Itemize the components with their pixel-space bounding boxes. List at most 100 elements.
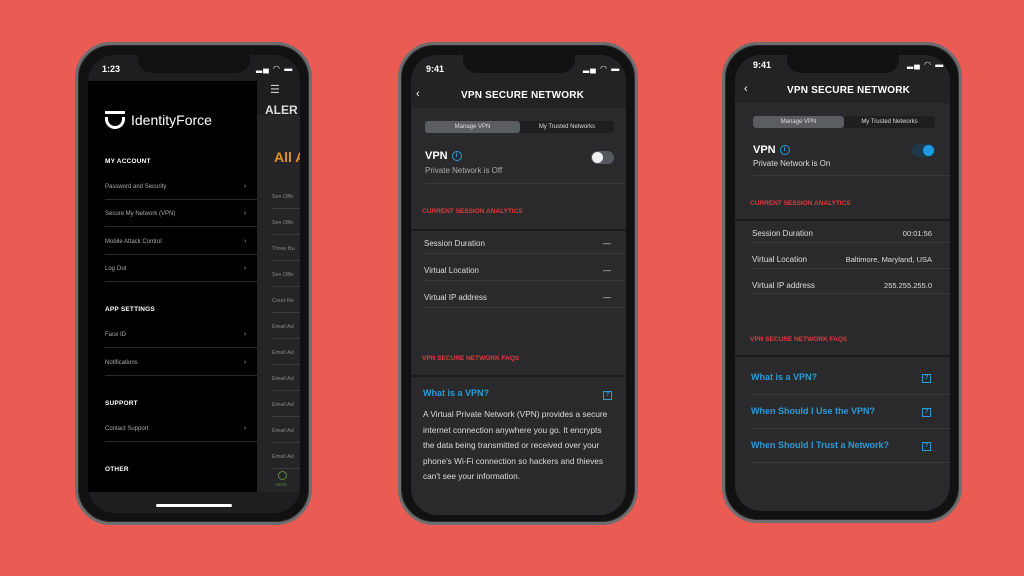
help-icon[interactable]: ? <box>922 442 931 451</box>
tab-my-trusted-networks[interactable]: My Trusted Networks <box>844 116 935 128</box>
alert-row[interactable]: Email Ad <box>272 324 294 330</box>
alert-row[interactable]: Sex Offe <box>272 272 293 278</box>
all-alerts-heading: All A <box>274 149 300 165</box>
divider <box>105 440 257 442</box>
alert-row[interactable]: Email Ad <box>272 402 294 408</box>
divider <box>752 267 950 269</box>
faq-answer: A Virtual Private Network (VPN) provides… <box>423 409 608 481</box>
chevron-right-icon: › <box>244 210 247 218</box>
back-icon[interactable]: ‹ <box>416 88 420 100</box>
phone-3-screen: 9:41 ▂▄ ◠ ▬ ‹ VPN SECURE NETWORK Manage … <box>735 55 950 511</box>
vpn-label: VPN <box>425 150 448 162</box>
tab-manage-vpn[interactable]: Manage VPN <box>425 121 520 133</box>
menu-item[interactable]: Password and Security <box>105 184 166 190</box>
analytics-label: Session Duration <box>752 229 813 238</box>
divider <box>752 394 950 395</box>
vpn-label-wrap: VPN i <box>753 144 790 156</box>
analytics-section-title: CURRENT SESSION ANALYTICS <box>422 208 523 215</box>
help-icon[interactable]: ? <box>603 391 612 400</box>
chevron-right-icon: › <box>244 264 247 272</box>
divider <box>272 390 300 391</box>
info-icon[interactable]: i <box>779 145 790 156</box>
divider <box>105 199 257 200</box>
divider <box>424 280 626 281</box>
divider <box>272 364 300 365</box>
brand-name: IdentityForce <box>131 112 212 128</box>
back-icon[interactable]: ‹ <box>744 83 748 95</box>
help-icon[interactable]: ? <box>922 374 931 383</box>
analytics-label: Session Duration <box>424 239 485 248</box>
alert-row[interactable]: Court Re <box>272 298 294 304</box>
analytics-section-title: CURRENT SESSION ANALYTICS <box>750 200 851 207</box>
vpn-toggle[interactable] <box>591 151 614 164</box>
menu-section-title: MY ACCOUNT <box>105 158 151 165</box>
menu-item[interactable]: Notifications <box>105 360 138 366</box>
alert-row[interactable]: Email Ad <box>272 376 294 382</box>
signal-wifi-battery-icon: ▂▄ ◠ ▬ <box>583 64 621 73</box>
analytics-value: — <box>603 293 611 302</box>
signal-wifi-battery-icon: ▂▄ ◠ ▬ <box>907 60 945 69</box>
info-icon[interactable]: i <box>451 151 462 162</box>
divider <box>105 280 257 282</box>
menu-item[interactable]: Log Out <box>105 266 126 272</box>
analytics-value: — <box>603 239 611 248</box>
alerts-tab-icon[interactable] <box>278 471 287 480</box>
hamburger-menu-icon[interactable]: ☰ <box>270 83 280 96</box>
chevron-right-icon: › <box>244 183 247 190</box>
alerts-title: ALER <box>265 103 298 117</box>
divider <box>752 293 950 295</box>
segmented-tabs: Manage VPN My Trusted Networks <box>425 121 614 133</box>
phone-2-screen: 9:41 ▂▄ ◠ ▬ ‹ VPN SECURE NETWORK Manage … <box>411 55 626 515</box>
faq-question[interactable]: When Should I Trust a Network? <box>751 440 889 450</box>
chevron-right-icon: › <box>244 358 247 366</box>
divider <box>105 347 257 349</box>
faq-section-title: VPN SECURE NETWORK FAQS <box>422 355 520 362</box>
segmented-tabs: Manage VPN My Trusted Networks <box>753 116 935 128</box>
divider <box>424 253 626 254</box>
faq-question[interactable]: What is a VPN? <box>751 372 817 382</box>
analytics-label: Virtual IP address <box>752 280 815 290</box>
menu-item[interactable]: Face ID <box>105 332 126 338</box>
divider <box>272 208 300 209</box>
faq-question[interactable]: What is a VPN? <box>423 388 489 398</box>
divider <box>752 241 950 243</box>
divider <box>272 312 300 313</box>
alert-row[interactable]: Email Ad <box>272 454 294 460</box>
analytics-label: Virtual Location <box>752 254 807 264</box>
divider <box>424 307 626 308</box>
help-icon[interactable]: ? <box>922 408 931 417</box>
side-menu: IdentityForce MY ACCOUNT Password and Sec… <box>88 81 257 506</box>
faq-question[interactable]: When Should I Use the VPN? <box>751 406 875 416</box>
alert-row[interactable]: Email Ad <box>272 428 294 434</box>
alerts-tab-label[interactable]: Alerts <box>275 482 287 487</box>
tab-my-trusted-networks[interactable]: My Trusted Networks <box>520 121 614 133</box>
menu-item[interactable]: Mobile Attack Control <box>105 239 162 245</box>
alert-row[interactable]: Sex Offe <box>272 220 293 226</box>
menu-section-title: SUPPORT <box>105 399 138 407</box>
analytics-label: Virtual IP address <box>424 293 487 302</box>
vpn-status: Private Network is Off <box>425 166 503 175</box>
analytics-value: Baltimore, Maryland, USA <box>845 254 932 264</box>
analytics-value: — <box>603 266 611 275</box>
status-time: 9:41 <box>753 60 772 70</box>
alert-row[interactable]: Three Bu <box>272 246 295 252</box>
menu-section-title: OTHER <box>105 466 129 474</box>
menu-item[interactable]: Contact Support <box>105 426 148 432</box>
tab-manage-vpn[interactable]: Manage VPN <box>753 116 844 128</box>
faq-section-title: VPN SECURE NETWORK FAQS <box>750 336 848 343</box>
analytics-value: 00:01:56 <box>902 229 932 238</box>
vpn-toggle[interactable] <box>912 144 935 157</box>
menu-section-title: APP SETTINGS <box>105 306 155 314</box>
identityforce-logo-icon <box>105 111 125 129</box>
chevron-right-icon: › <box>244 424 247 432</box>
vpn-label: VPN <box>753 144 776 156</box>
divider <box>272 234 300 235</box>
alert-row[interactable]: Email Ad <box>272 350 294 356</box>
alert-row[interactable]: Sex Offe <box>272 194 293 200</box>
divider <box>272 260 300 261</box>
divider <box>272 468 300 469</box>
menu-item[interactable]: Secure My Network (VPN) <box>105 211 175 217</box>
status-time: 9:41 <box>426 64 445 74</box>
divider <box>272 442 300 443</box>
vpn-label-wrap: VPN i <box>425 150 462 162</box>
